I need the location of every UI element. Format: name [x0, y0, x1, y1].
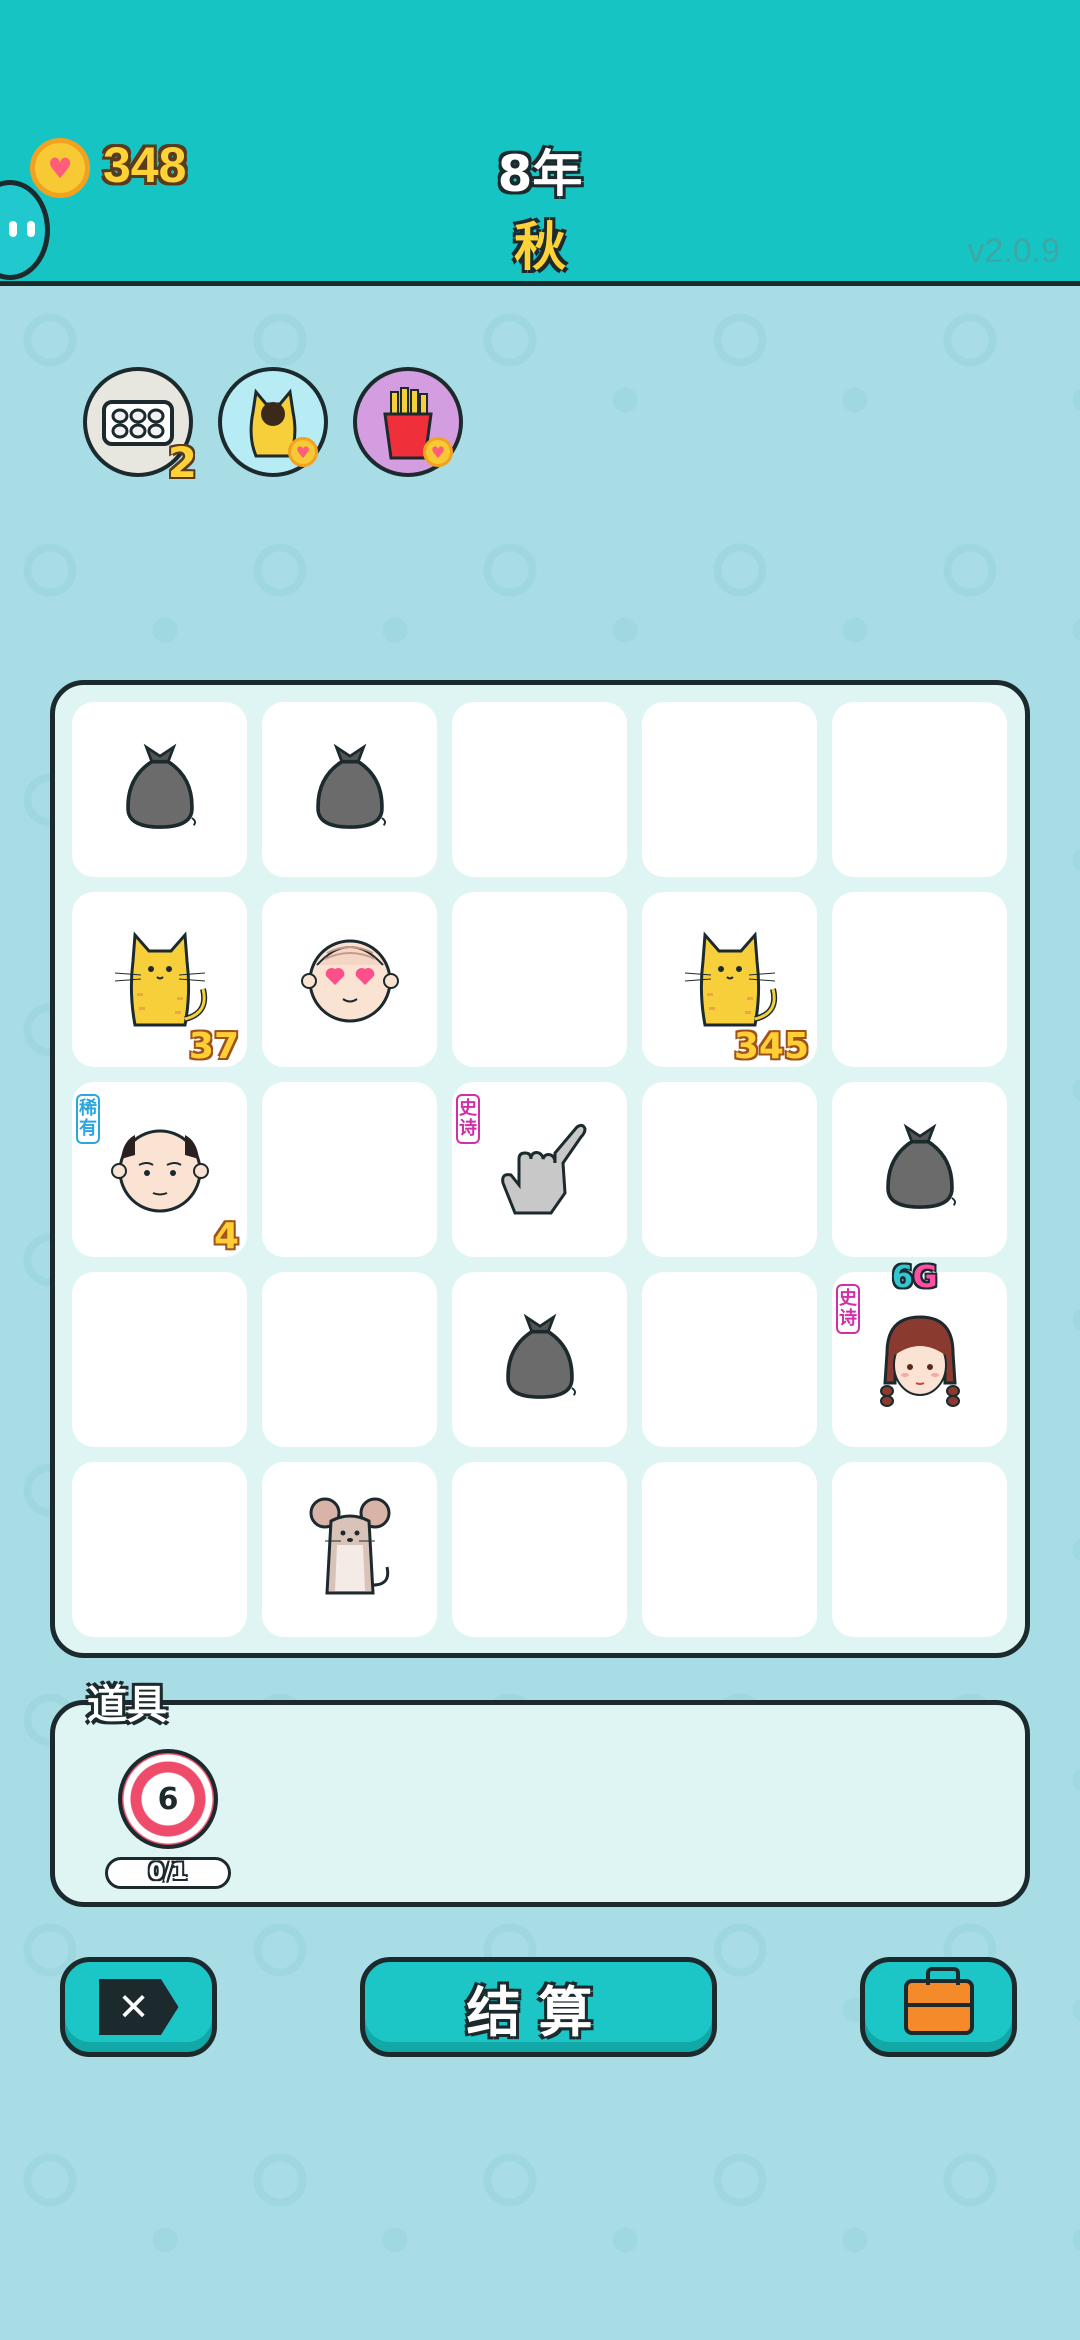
- board-cell-empty[interactable]: [642, 702, 817, 877]
- board-cell-pointing-hand[interactable]: 史诗: [452, 1082, 627, 1257]
- egg-carton-icon: [102, 400, 174, 446]
- board-cell-empty[interactable]: [642, 1272, 817, 1447]
- backpack-button[interactable]: [860, 1957, 1017, 2057]
- effects-row: 2 ♥ ♥: [83, 367, 463, 487]
- items-title: 道具: [87, 1682, 167, 1728]
- board-cell-empty[interactable]: [452, 702, 627, 877]
- bald-man-icon: [105, 1113, 215, 1227]
- garbage-bag-icon: [490, 1308, 590, 1412]
- board-cell-cat[interactable]: 37: [72, 892, 247, 1067]
- board-cell-empty[interactable]: [72, 1272, 247, 1447]
- board-cell-empty[interactable]: [642, 1462, 817, 1637]
- cat-icon: [675, 923, 785, 1037]
- symbol-value: 4: [213, 1216, 239, 1257]
- version-label: v2.0.9: [967, 232, 1060, 270]
- close-tag-icon: ✕: [98, 1979, 179, 2035]
- top-value-number: 6: [892, 1260, 913, 1295]
- pointing-hand-icon: [485, 1113, 595, 1227]
- board-cell-empty[interactable]: [832, 1462, 1007, 1637]
- side-avatar[interactable]: [0, 180, 50, 280]
- coin-count: 348: [103, 137, 187, 193]
- board-cell-garbage-bag[interactable]: [72, 702, 247, 877]
- heart-coin-badge-icon: ♥: [288, 437, 318, 467]
- old-man-love-eyes-icon: [295, 923, 405, 1037]
- board-cell-empty[interactable]: [452, 1462, 627, 1637]
- heart-coin-badge-icon: ♥: [423, 437, 453, 467]
- board-cell-garbage-bag[interactable]: [262, 702, 437, 877]
- settle-label: 结算: [466, 1980, 611, 2044]
- board-cell-empty[interactable]: [72, 1462, 247, 1637]
- board-cell-cat[interactable]: 345: [642, 892, 817, 1067]
- board-cell-garbage-bag[interactable]: [452, 1272, 627, 1447]
- egg-carton-effect[interactable]: 2: [83, 367, 197, 487]
- fries-coin-effect[interactable]: ♥: [353, 367, 463, 477]
- garbage-bag-icon: [300, 738, 400, 842]
- top-value-suffix: G: [912, 1260, 938, 1295]
- close-button[interactable]: ✕: [60, 1957, 217, 2057]
- rarity-tag: 史诗: [456, 1094, 480, 1144]
- board-cell-empty[interactable]: [262, 1082, 437, 1257]
- board-cell-empty[interactable]: [262, 1272, 437, 1447]
- rarity-tag: 稀有: [76, 1094, 100, 1144]
- board-cell-bald-man[interactable]: 稀有 4: [72, 1082, 247, 1257]
- board-cell-empty[interactable]: [642, 1082, 817, 1257]
- rarity-tag: 史诗: [836, 1284, 860, 1334]
- board-cell-old-man-love-eyes[interactable]: [262, 892, 437, 1067]
- slot-board: 37 345 稀有 4 史诗 史诗 6G: [50, 680, 1030, 1658]
- board-cell-empty[interactable]: [832, 702, 1007, 877]
- symbol-top-value: 6G: [892, 1260, 938, 1295]
- year-label: 8年: [497, 145, 583, 203]
- symbol-grid: 37 345 稀有 4 史诗 史诗 6G: [72, 702, 1007, 1637]
- target-number: 6: [157, 1781, 179, 1817]
- coin-heart-icon: ♥: [30, 138, 90, 198]
- target-icon[interactable]: 6: [118, 1749, 218, 1849]
- garbage-bag-icon: [870, 1118, 970, 1222]
- girl-icon: [865, 1303, 975, 1417]
- items-panel: 6 0/1: [50, 1700, 1030, 1907]
- board-cell-girl[interactable]: 史诗 6G: [832, 1260, 1007, 1447]
- symbol-value: 345: [733, 1026, 809, 1067]
- mouse-icon: [295, 1493, 405, 1607]
- top-bar: ♥ 348 8年 秋 v2.0.9: [0, 0, 1080, 286]
- season-label: 秋: [513, 218, 566, 278]
- briefcase-icon: [903, 1967, 974, 2035]
- board-cell-mouse[interactable]: [262, 1462, 437, 1637]
- cat-coin-effect[interactable]: ♥: [218, 367, 328, 477]
- cat-icon: [105, 923, 215, 1037]
- board-cell-garbage-bag[interactable]: [832, 1082, 1007, 1257]
- item-slot[interactable]: 6 0/1: [103, 1749, 233, 1889]
- effect-count: 2: [167, 438, 197, 487]
- board-cell-empty[interactable]: [832, 892, 1007, 1067]
- settle-button[interactable]: 结算: [360, 1957, 717, 2057]
- symbol-value: 37: [188, 1026, 239, 1067]
- item-progress: 0/1: [105, 1857, 231, 1889]
- garbage-bag-icon: [110, 738, 210, 842]
- board-cell-empty[interactable]: [452, 892, 627, 1067]
